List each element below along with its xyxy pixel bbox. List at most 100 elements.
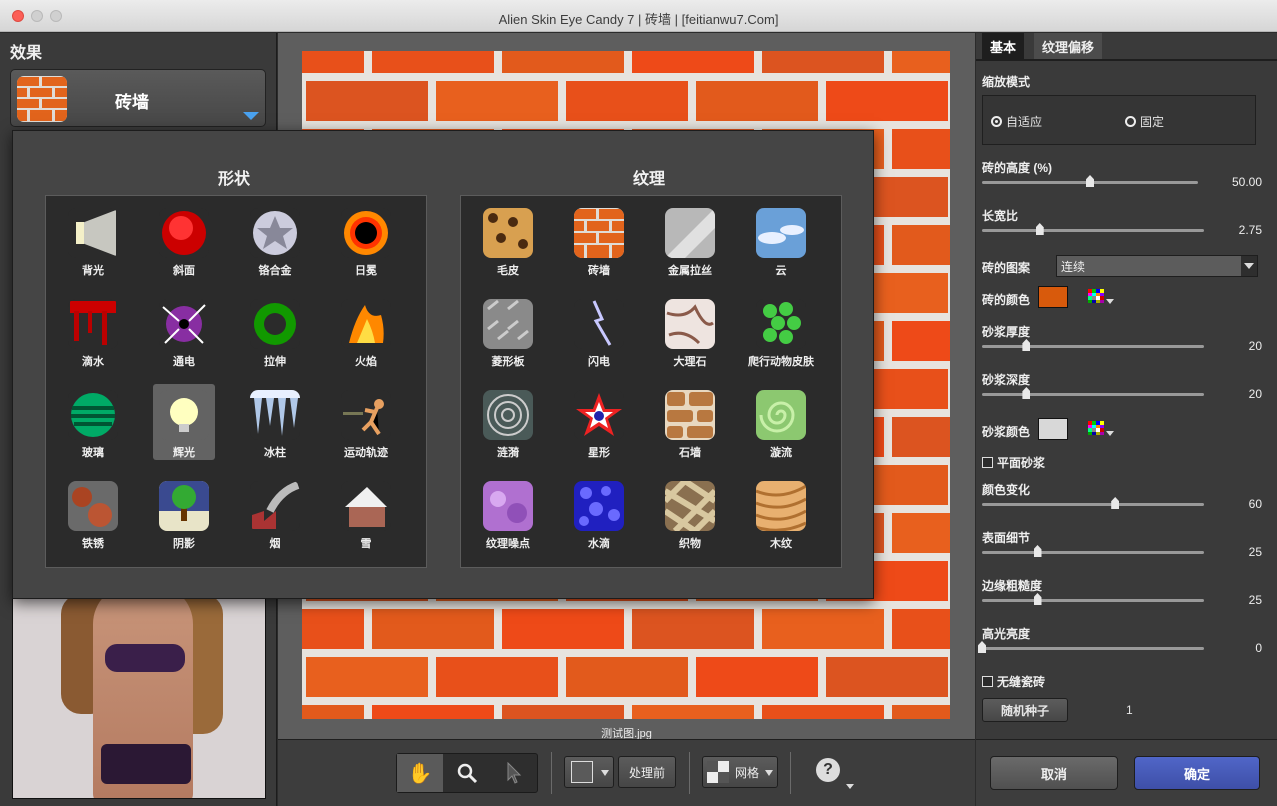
effect-item-weave[interactable]: 织物: [659, 475, 721, 551]
edge-roughness-track[interactable]: [982, 599, 1204, 602]
scale-mode-adaptive-radio[interactable]: 自适应: [991, 113, 1042, 130]
effect-item-diamond-plate[interactable]: 菱形板: [477, 293, 539, 369]
edge-roughness-value[interactable]: 25: [1249, 593, 1262, 607]
brick-height-thumb[interactable]: [1086, 175, 1094, 187]
effect-dropdown-arrow-icon[interactable]: [243, 112, 259, 120]
tab-texture-offset[interactable]: 纹理偏移: [1034, 33, 1103, 59]
effect-item-electrify[interactable]: 通电: [153, 293, 215, 369]
effect-item-brushed-metal[interactable]: 金属拉丝: [659, 202, 721, 278]
highlight-brightness-track[interactable]: [982, 647, 1204, 650]
random-seed-button[interactable]: 随机种子: [982, 698, 1068, 722]
effect-item-ripples[interactable]: 涟漪: [477, 384, 539, 460]
aspect-ratio-thumb[interactable]: [1035, 223, 1044, 235]
effect-item-wood[interactable]: 木纹: [750, 475, 812, 551]
mortar-thickness-track[interactable]: [982, 345, 1204, 348]
random-seed-value[interactable]: 1: [1126, 703, 1133, 717]
highlight-brightness-thumb[interactable]: [978, 641, 986, 653]
effect-item-label: 闪电: [588, 356, 610, 368]
before-button[interactable]: 处理前: [618, 756, 676, 788]
effect-item-marble[interactable]: 大理石: [659, 293, 721, 369]
radio-selected-icon: [991, 116, 1002, 127]
surface-detail-thumb[interactable]: [1033, 545, 1042, 557]
effect-item-backlight[interactable]: 背光: [62, 202, 124, 278]
effect-item-stone-wall[interactable]: 石墙: [659, 384, 721, 460]
effect-item-snow[interactable]: 雪: [335, 475, 397, 551]
fire-icon: [341, 299, 391, 349]
effect-item-swirl[interactable]: 漩流: [750, 384, 812, 460]
lightning-icon: [574, 299, 624, 349]
color-variation-track[interactable]: [982, 503, 1204, 506]
brick-color-swatch[interactable]: [1038, 286, 1068, 308]
color-variation-thumb[interactable]: [1111, 497, 1120, 509]
effect-item-bevel[interactable]: 斜面: [153, 202, 215, 278]
brick-color-palette-button[interactable]: [1088, 289, 1114, 309]
mortar-depth-thumb[interactable]: [1022, 387, 1031, 399]
effect-item-glass[interactable]: 玻璃: [62, 384, 124, 460]
surface-detail-value[interactable]: 25: [1249, 545, 1262, 559]
effect-item-motion-trail[interactable]: 运动轨迹: [335, 384, 397, 460]
hand-tool-button[interactable]: ✋: [397, 754, 443, 792]
effect-item-glow[interactable]: 辉光: [153, 384, 215, 460]
effect-item-label: 星形: [588, 447, 610, 459]
scale-mode-fixed-radio[interactable]: 固定: [1125, 113, 1164, 130]
textures-grid: 毛皮 砖墙 金属拉丝 云菱形板 闪电 大理石 爬行动物皮肤涟漪 星形 石墙 漩流纹理噪点 水滴 织物 木…: [460, 195, 842, 568]
texture-noise-icon: [483, 481, 533, 531]
effect-item-water-drops[interactable]: 水滴: [568, 475, 630, 551]
effect-item-texture-noise[interactable]: 纹理噪点: [477, 475, 539, 551]
background-color-button[interactable]: [564, 756, 614, 788]
mortar-depth-track[interactable]: [982, 393, 1204, 396]
effect-item-corona[interactable]: 日冕: [335, 202, 397, 278]
mortar-thickness-thumb[interactable]: [1022, 339, 1031, 351]
brick-height-value[interactable]: 50.00: [1232, 175, 1262, 189]
effect-item-brick-wall[interactable]: 砖墙: [568, 202, 630, 278]
effect-item-star[interactable]: 星形: [568, 384, 630, 460]
aspect-ratio-value[interactable]: 2.75: [1239, 223, 1262, 237]
bottom-toolbar: ✋ 处理前 网格 ?: [278, 739, 975, 806]
help-dropdown-icon[interactable]: [846, 784, 854, 789]
tab-basic[interactable]: 基本: [982, 33, 1025, 59]
grid-view-button[interactable]: 网格: [702, 756, 778, 788]
effect-item-smoke[interactable]: 烟: [244, 475, 306, 551]
extrude-icon: [250, 299, 300, 349]
effect-item-extrude[interactable]: 拉伸: [244, 293, 306, 369]
effect-item-icicles[interactable]: 冰柱: [244, 384, 306, 460]
select-tool-button[interactable]: [491, 754, 537, 792]
effect-item-label: 水滴: [588, 538, 610, 550]
zoom-tool-button[interactable]: [444, 754, 490, 792]
surface-detail-track[interactable]: [982, 551, 1204, 554]
effect-selector[interactable]: 砖墙: [10, 69, 266, 127]
color-variation-value[interactable]: 60: [1249, 497, 1262, 511]
radio-empty-icon: [1125, 116, 1136, 127]
source-image-thumbnail[interactable]: [12, 593, 266, 799]
effect-item-label: 烟: [269, 538, 281, 550]
highlight-brightness-slider-row: 高光亮度 0: [978, 625, 1272, 665]
effect-item-lightning[interactable]: 闪电: [568, 293, 630, 369]
shapes-grid: 背光 斜面 铬合金 日冕滴水 通电 拉伸 火焰玻璃 辉光 冰柱 运动轨迹铁锈 阴影 烟 雪: [45, 195, 427, 568]
mortar-color-swatch[interactable]: [1038, 418, 1068, 440]
seamless-tile-checkbox[interactable]: 无缝瓷砖: [982, 673, 1045, 690]
aspect-ratio-track[interactable]: [982, 229, 1204, 232]
effects-panel-title: 效果: [10, 45, 43, 62]
scale-mode-group: 自适应 固定: [982, 95, 1256, 145]
cancel-button[interactable]: 取消: [990, 756, 1118, 790]
highlight-brightness-value[interactable]: 0: [1255, 641, 1262, 655]
mortar-depth-value[interactable]: 20: [1249, 387, 1262, 401]
effect-item-drip[interactable]: 滴水: [62, 293, 124, 369]
effect-item-rust[interactable]: 铁锈: [62, 475, 124, 551]
ok-button[interactable]: 确定: [1134, 756, 1260, 790]
effect-item-fire[interactable]: 火焰: [335, 293, 397, 369]
effect-item-fur[interactable]: 毛皮: [477, 202, 539, 278]
effect-item-reptile-skin[interactable]: 爬行动物皮肤: [748, 293, 814, 369]
help-button[interactable]: ?: [816, 758, 840, 782]
edge-roughness-label: 边缘粗糙度: [982, 579, 1043, 593]
view-tool-group: ✋: [396, 753, 538, 793]
brick-height-label: 砖的高度 (%): [982, 161, 1052, 175]
mortar-color-palette-button[interactable]: [1088, 421, 1114, 441]
flat-mortar-checkbox[interactable]: 平面砂浆: [982, 454, 1045, 471]
brick-pattern-select[interactable]: 连续: [1056, 255, 1258, 277]
effect-item-clouds[interactable]: 云: [750, 202, 812, 278]
mortar-thickness-value[interactable]: 20: [1249, 339, 1262, 353]
effect-item-chrome[interactable]: 铬合金: [244, 202, 306, 278]
effect-item-shadow[interactable]: 阴影: [153, 475, 215, 551]
edge-roughness-thumb[interactable]: [1033, 593, 1042, 605]
